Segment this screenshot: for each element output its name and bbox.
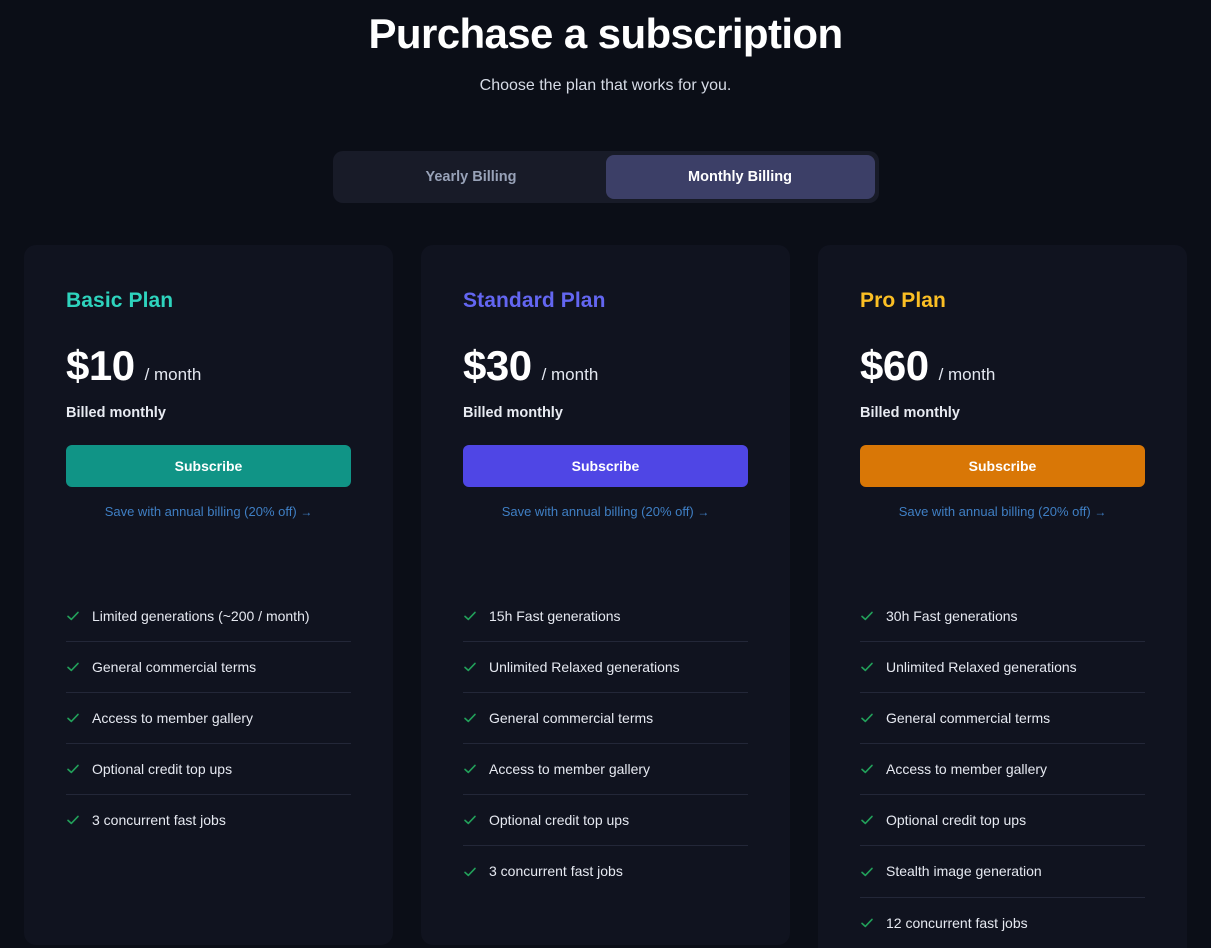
arrow-right-icon: → — [697, 504, 710, 519]
billing-toggle-wrap: Yearly Billing Monthly Billing — [0, 150, 1211, 203]
check-icon — [463, 762, 477, 776]
list-item: Optional credit top ups — [860, 795, 1145, 847]
price-amount-basic: $10 — [66, 341, 135, 389]
toggle-monthly-billing[interactable]: Monthly Billing — [605, 154, 875, 199]
feature-label: General commercial terms — [886, 709, 1051, 726]
price-period-pro: / month — [938, 364, 996, 384]
check-icon — [860, 865, 874, 879]
list-item: Optional credit top ups — [66, 744, 351, 796]
check-icon — [463, 609, 477, 623]
check-icon — [463, 813, 477, 827]
feature-list-basic: Limited generations (~200 / month) Gener… — [66, 591, 351, 846]
arrow-right-icon: → — [1094, 504, 1107, 519]
annual-billing-link-label-standard: Save with annual billing (20% off) — [501, 503, 694, 519]
plan-card-pro: Pro Plan $60 / month Billed monthly Subs… — [818, 244, 1187, 948]
subscribe-button-standard[interactable]: Subscribe — [463, 444, 748, 487]
billing-toggle[interactable]: Yearly Billing Monthly Billing — [332, 150, 879, 203]
list-item: General commercial terms — [463, 693, 748, 745]
annual-billing-link-standard[interactable]: Save with annual billing (20% off) → — [463, 504, 748, 519]
price-amount-standard: $30 — [463, 341, 532, 389]
annual-billing-link-label-pro: Save with annual billing (20% off) — [898, 503, 1091, 519]
billed-note-pro: Billed monthly — [860, 404, 960, 421]
check-icon — [860, 609, 874, 623]
price-amount-pro: $60 — [860, 341, 929, 389]
list-item: 3 concurrent fast jobs — [463, 846, 748, 896]
check-icon — [463, 711, 477, 725]
check-icon — [66, 813, 80, 827]
feature-list-standard: 15h Fast generations Unlimited Relaxed g… — [463, 591, 748, 897]
check-icon — [860, 660, 874, 674]
annual-billing-link-basic[interactable]: Save with annual billing (20% off) → — [66, 504, 351, 519]
list-item: Optional credit top ups — [463, 795, 748, 847]
check-icon — [860, 813, 874, 827]
check-icon — [66, 711, 80, 725]
subscribe-button-pro[interactable]: Subscribe — [860, 444, 1145, 487]
check-icon — [860, 916, 874, 930]
check-icon — [463, 660, 477, 674]
check-icon — [860, 762, 874, 776]
price-row-basic: $10 / month — [66, 341, 351, 389]
toggle-yearly-billing[interactable]: Yearly Billing — [337, 155, 606, 199]
check-icon — [860, 711, 874, 725]
page-header: Purchase a subscription Choose the plan … — [0, 0, 1211, 95]
feature-label: Access to member gallery — [92, 709, 254, 726]
feature-label: Access to member gallery — [886, 761, 1048, 778]
feature-label: 3 concurrent fast jobs — [489, 863, 623, 880]
check-icon — [463, 865, 477, 879]
feature-label: Access to member gallery — [489, 761, 651, 778]
page-subtitle: Choose the plan that works for you. — [479, 76, 732, 94]
list-item: 12 concurrent fast jobs — [860, 898, 1145, 948]
feature-label: General commercial terms — [489, 709, 654, 726]
subscribe-button-basic[interactable]: Subscribe — [66, 444, 351, 487]
feature-label: Optional credit top ups — [886, 812, 1027, 829]
list-item: Access to member gallery — [860, 744, 1145, 796]
price-row-pro: $60 / month — [860, 341, 1145, 389]
billed-note-basic: Billed monthly — [66, 404, 166, 421]
feature-label: Optional credit top ups — [92, 761, 233, 778]
list-item: Access to member gallery — [463, 744, 748, 796]
annual-billing-link-pro[interactable]: Save with annual billing (20% off) → — [860, 504, 1145, 519]
feature-label: General commercial terms — [92, 658, 257, 675]
check-icon — [66, 660, 80, 674]
list-item: 3 concurrent fast jobs — [66, 795, 351, 845]
plan-name-pro: Pro Plan — [860, 288, 946, 312]
list-item: General commercial terms — [860, 693, 1145, 745]
list-item: Unlimited Relaxed generations — [463, 642, 748, 693]
arrow-right-icon: → — [300, 504, 313, 519]
page-title: Purchase a subscription — [368, 10, 843, 57]
list-item: Stealth image generation — [860, 846, 1145, 898]
price-period-basic: / month — [144, 364, 202, 384]
plan-name-standard: Standard Plan — [463, 288, 606, 312]
price-period-standard: / month — [541, 364, 599, 384]
list-item: General commercial terms — [66, 642, 351, 693]
plan-card-basic: Basic Plan $10 / month Billed monthly Su… — [24, 244, 393, 945]
check-icon — [66, 609, 80, 623]
feature-label: 30h Fast generations — [886, 607, 1018, 624]
feature-label: Optional credit top ups — [489, 812, 630, 829]
list-item: Limited generations (~200 / month) — [66, 591, 351, 642]
plan-card-standard: Standard Plan $30 / month Billed monthly… — [421, 244, 790, 945]
list-item: Unlimited Relaxed generations — [860, 642, 1145, 693]
check-icon — [66, 762, 80, 776]
feature-label: 3 concurrent fast jobs — [92, 812, 226, 829]
pricing-page: Purchase a subscription Choose the plan … — [0, 0, 1211, 948]
list-item: Access to member gallery — [66, 693, 351, 745]
price-row-standard: $30 / month — [463, 341, 748, 389]
feature-label: Unlimited Relaxed generations — [489, 658, 680, 675]
list-item: 15h Fast generations — [463, 591, 748, 642]
feature-list-pro: 30h Fast generations Unlimited Relaxed g… — [860, 591, 1145, 948]
feature-label: Unlimited Relaxed generations — [886, 658, 1077, 675]
plan-name-basic: Basic Plan — [66, 288, 174, 312]
feature-label: Stealth image generation — [886, 863, 1042, 880]
feature-label: Limited generations (~200 / month) — [92, 607, 310, 624]
feature-label: 15h Fast generations — [489, 607, 621, 624]
billed-note-standard: Billed monthly — [463, 404, 563, 421]
plan-cards: Basic Plan $10 / month Billed monthly Su… — [0, 244, 1211, 948]
list-item: 30h Fast generations — [860, 591, 1145, 642]
feature-label: 12 concurrent fast jobs — [886, 914, 1028, 931]
annual-billing-link-label-basic: Save with annual billing (20% off) — [104, 503, 297, 519]
